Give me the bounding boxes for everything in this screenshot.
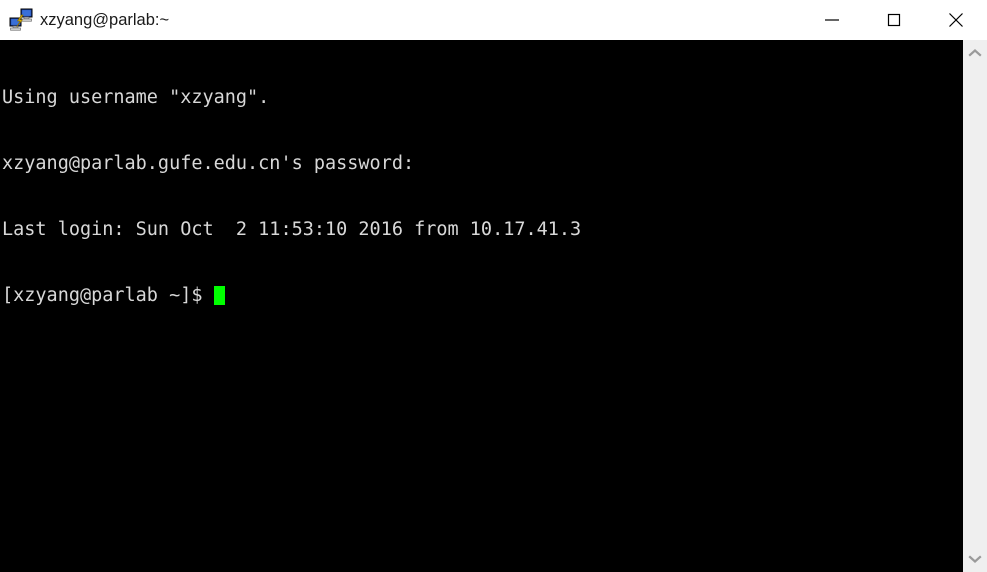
terminal-line: xzyang@parlab.gufe.edu.cn's password: [2,153,415,174]
close-icon [949,13,963,27]
close-button[interactable] [925,0,987,40]
window-controls [801,0,987,40]
terminal-line: Last login: Sun Oct 2 11:53:10 2016 from… [2,219,582,240]
maximize-button[interactable] [863,0,925,40]
scroll-down-button[interactable] [963,546,987,572]
terminal-lines: Using username "xzyang". xzyang@parlab.g… [2,43,963,351]
scroll-up-button[interactable] [963,40,987,66]
terminal-output-area[interactable]: Using username "xzyang". xzyang@parlab.g… [0,40,963,572]
minimize-icon [825,19,839,21]
putty-terminal-window: xzyang@parlab:~ Using username "xzyang".… [0,0,987,572]
title-bar: xzyang@parlab:~ [0,0,987,40]
vertical-scrollbar[interactable] [963,40,987,572]
putty-computers-icon [9,8,33,31]
terminal-prompt-line: [xzyang@parlab ~]$ [2,285,963,307]
window-title: xzyang@parlab:~ [40,11,170,29]
terminal-line: Using username "xzyang". [2,87,270,108]
chevron-down-icon [968,555,982,563]
minimize-button[interactable] [801,0,863,40]
chevron-up-icon [968,49,982,57]
shell-prompt: [xzyang@parlab ~]$ [2,285,214,306]
block-cursor [213,286,225,305]
maximize-icon [887,13,901,27]
scrollbar-track[interactable] [963,66,987,546]
